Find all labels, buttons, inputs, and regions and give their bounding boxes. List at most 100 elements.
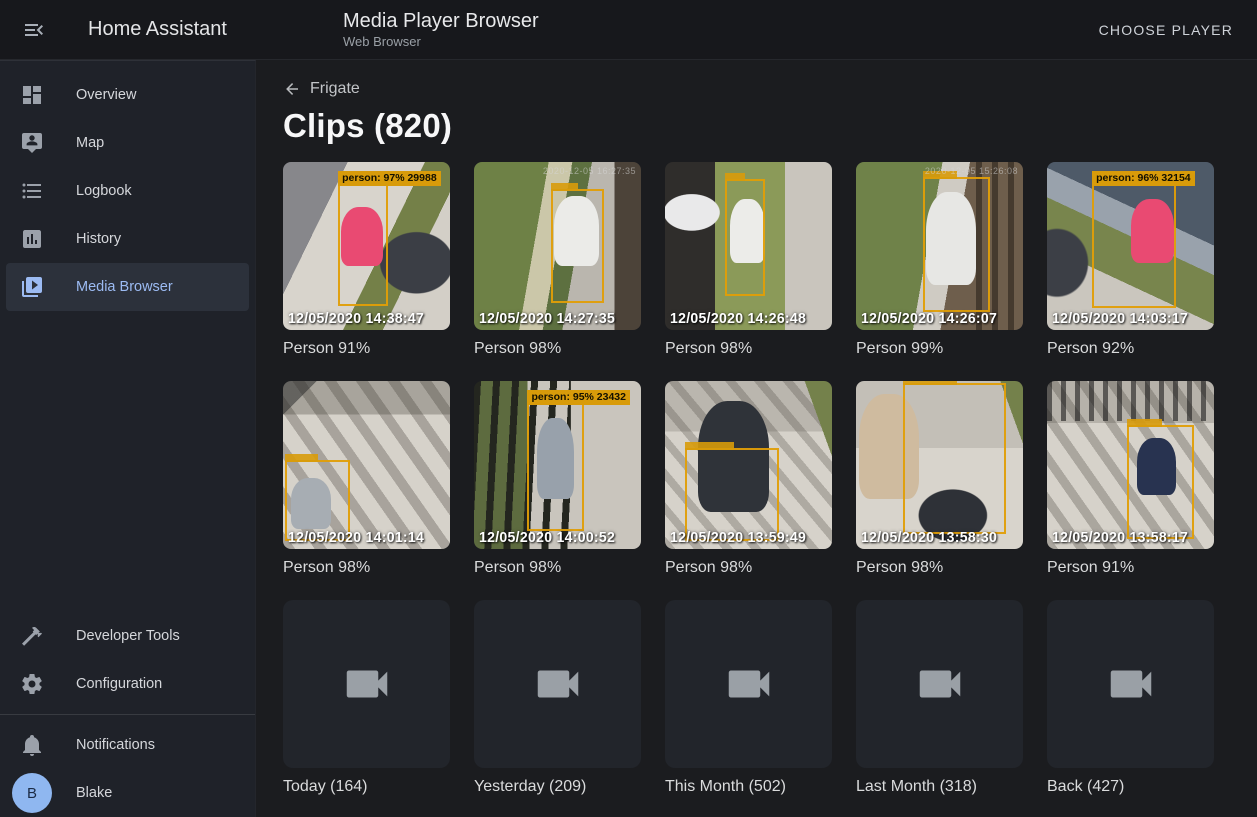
clip-card[interactable]: 12/05/2020 13:59:49 Person 98% <box>665 381 832 578</box>
folder-thumbnail <box>474 600 641 768</box>
folder-caption: Today (164) <box>283 777 450 797</box>
clip-card[interactable]: 12/05/2020 13:58:17 Person 91% <box>1047 381 1214 578</box>
panel-title: Media Player Browser <box>343 9 539 33</box>
sidebar-item-configuration[interactable]: Configuration <box>6 660 249 708</box>
breadcrumb-label: Frigate <box>310 80 360 98</box>
folder-thumbnail <box>856 600 1023 768</box>
sidebar-item-label: History <box>76 231 121 247</box>
folder-thumbnail <box>283 600 450 768</box>
sidebar-item-media-browser[interactable]: Media Browser <box>6 263 249 311</box>
clip-caption: Person 98% <box>665 339 832 359</box>
detection-bounding-box <box>685 448 779 540</box>
sidebar-item-developer-tools[interactable]: Developer Tools <box>6 612 249 660</box>
breadcrumb[interactable]: Frigate <box>283 80 360 98</box>
page-title: Clips (820) <box>283 107 1230 145</box>
clip-caption: Person 98% <box>283 558 450 578</box>
folder-card[interactable]: Back (427) <box>1047 600 1214 797</box>
video-camera-icon <box>340 657 394 711</box>
sidebar-divider <box>0 714 255 715</box>
detection-bounding-box <box>285 460 350 541</box>
folder-caption: Back (427) <box>1047 777 1214 797</box>
video-camera-icon <box>531 657 585 711</box>
bell-icon <box>20 733 44 757</box>
clip-caption: Person 92% <box>1047 339 1214 359</box>
player-subtitle: Web Browser <box>343 34 539 50</box>
map-icon <box>20 131 44 155</box>
clip-thumbnail: 12/05/2020 14:26:48 <box>665 162 832 330</box>
detection-label-sliver <box>725 173 745 181</box>
detection-bounding-box <box>1127 425 1194 539</box>
history-icon <box>20 227 44 251</box>
media-browser-icon <box>20 275 44 299</box>
clip-timestamp-overlay: 12/05/2020 14:03:17 <box>1052 311 1188 327</box>
detection-bounding-box <box>551 189 604 303</box>
app-title: Home Assistant <box>88 18 227 41</box>
folder-caption: Last Month (318) <box>856 777 1023 797</box>
clip-thumbnail: person: 95% 23432 12/05/2020 14:00:52 <box>474 381 641 549</box>
sidebar-item-map[interactable]: Map <box>6 119 249 167</box>
clips-grid: person: 97% 29988 12/05/2020 14:38:47 Pe… <box>283 162 1230 797</box>
media-browser-panel: Frigate Clips (820) person: 97% 29988 12… <box>256 60 1257 817</box>
profile-name: Blake <box>76 785 112 801</box>
clip-timestamp-overlay: 12/05/2020 14:26:48 <box>670 311 806 327</box>
folder-card[interactable]: Today (164) <box>283 600 450 797</box>
clip-thumbnail: person: 97% 29988 12/05/2020 14:38:47 <box>283 162 450 330</box>
clip-caption: Person 99% <box>856 339 1023 359</box>
clip-timestamp-overlay: 12/05/2020 14:01:14 <box>288 530 424 546</box>
detection-label-sliver <box>903 381 958 385</box>
detection-label: person: 96% 32154 <box>1092 171 1195 186</box>
folder-caption: Yesterday (209) <box>474 777 641 797</box>
sidebar-item-label: Configuration <box>76 676 162 692</box>
clip-timestamp-overlay: 12/05/2020 14:27:35 <box>479 311 615 327</box>
clip-card[interactable]: 12/05/2020 14:26:48 Person 98% <box>665 162 832 359</box>
detection-label-sliver <box>1127 419 1162 427</box>
folder-card[interactable]: Yesterday (209) <box>474 600 641 797</box>
clip-timestamp-overlay: 12/05/2020 14:26:07 <box>861 311 997 327</box>
clip-thumbnail: 12/05/2020 13:58:30 <box>856 381 1023 549</box>
video-camera-icon <box>1104 657 1158 711</box>
sidebar-item-label: Logbook <box>76 183 132 199</box>
choose-player-button[interactable]: CHOOSE PLAYER <box>1085 0 1247 60</box>
clip-card[interactable]: 2020-12-05 16:27:35 12/05/2020 14:27:35 … <box>474 162 641 359</box>
back-arrow-icon <box>283 80 301 98</box>
detection-label-sliver <box>285 454 319 462</box>
clip-card[interactable]: person: 96% 32154 12/05/2020 14:03:17 Pe… <box>1047 162 1214 359</box>
clip-timestamp-overlay: 12/05/2020 13:58:30 <box>861 530 997 546</box>
sidebar-item-label: Map <box>76 135 104 151</box>
sidebar-item-notifications[interactable]: Notifications <box>6 721 249 769</box>
folder-card[interactable]: This Month (502) <box>665 600 832 797</box>
sidebar-item-history[interactable]: History <box>6 215 249 263</box>
sidebar-spacer <box>0 311 255 612</box>
clip-card[interactable]: person: 95% 23432 12/05/2020 14:00:52 Pe… <box>474 381 641 578</box>
clip-card[interactable]: 12/05/2020 14:01:14 Person 98% <box>283 381 450 578</box>
avatar: B <box>12 773 52 813</box>
folder-caption: This Month (502) <box>665 777 832 797</box>
detection-bounding-box <box>725 179 765 297</box>
sidebar-item-label: Notifications <box>76 737 155 753</box>
detection-bounding-box: person: 95% 23432 <box>527 403 584 531</box>
detection-label: person: 95% 23432 <box>527 390 630 405</box>
folder-thumbnail <box>1047 600 1214 768</box>
sidebar-item-label: Developer Tools <box>76 628 180 644</box>
clip-caption: Person 98% <box>856 558 1023 578</box>
sidebar-item-label: Overview <box>76 87 136 103</box>
header-sidebar-section: Home Assistant <box>0 18 256 42</box>
clip-thumbnail: 12/05/2020 13:58:17 <box>1047 381 1214 549</box>
clip-card[interactable]: 2020-12-05 15:26:08 12/05/2020 14:26:07 … <box>856 162 1023 359</box>
detection-bounding-box: person: 97% 29988 <box>338 184 388 307</box>
detection-bounding-box <box>923 177 990 311</box>
detection-bounding-box <box>903 383 1007 534</box>
sidebar-toggle-icon[interactable] <box>22 18 46 42</box>
clip-caption: Person 98% <box>474 558 641 578</box>
detection-label-sliver <box>551 183 578 191</box>
sidebar-item-profile[interactable]: B Blake <box>6 769 249 817</box>
sidebar-item-logbook[interactable]: Logbook <box>6 167 249 215</box>
sidebar-item-overview[interactable]: Overview <box>6 71 249 119</box>
clip-caption: Person 91% <box>283 339 450 359</box>
detection-label-sliver <box>685 442 734 450</box>
clip-caption: Person 98% <box>665 558 832 578</box>
folder-card[interactable]: Last Month (318) <box>856 600 1023 797</box>
video-camera-icon <box>722 657 776 711</box>
clip-card[interactable]: person: 97% 29988 12/05/2020 14:38:47 Pe… <box>283 162 450 359</box>
clip-card[interactable]: 12/05/2020 13:58:30 Person 98% <box>856 381 1023 578</box>
